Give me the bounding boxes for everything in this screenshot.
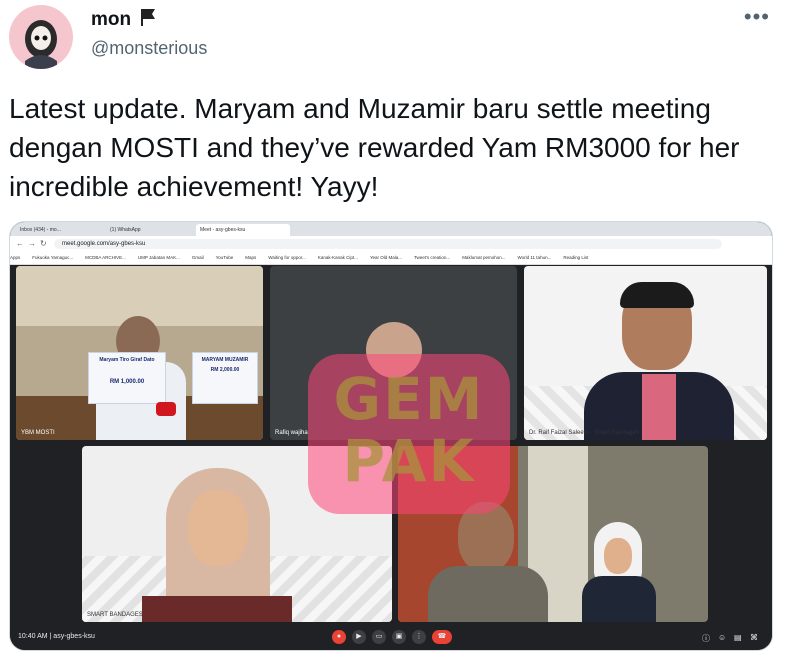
more-icon: ⋮	[412, 630, 426, 644]
bookmarks-bar: Apps Fukuoka Yamaguc... MCDBA ARCHIVE... UM…	[10, 252, 772, 265]
participant-name: YBM MOSTI	[21, 430, 55, 436]
info-icon: ⓘ	[702, 634, 710, 643]
author-display-name[interactable]: mon	[91, 8, 156, 32]
forward-icon: →	[28, 239, 36, 248]
prize-sign: Maryam Tiro Giraf Dato RM 1,000.00	[88, 352, 166, 404]
people-icon: ☺	[718, 633, 727, 642]
meeting-time: 10:40 AM | asy-gbes-ksu	[18, 633, 95, 640]
browser-tab-bar: Inbox (434) - mo... (1) WhatsApp Meet - …	[10, 222, 772, 236]
gempak-watermark: GEM PAK	[308, 354, 510, 514]
participant-name: Dr. Raif Faizal Saleem - Smart Bandages	[529, 430, 639, 436]
browser-tab: Inbox (434) - mo...	[20, 227, 61, 233]
mic-off-icon: ●	[332, 630, 346, 644]
activities-icon: ⌘	[750, 633, 758, 642]
participant-name: Rafiq wajiha	[275, 430, 308, 436]
avatar[interactable]	[9, 5, 73, 69]
reload-icon: ↻	[40, 239, 47, 248]
flag-icon	[140, 8, 156, 32]
browser-address-bar: ← → ↻ meet.google.com/asy-gbes-ksu	[10, 236, 772, 252]
participant-tile: Maryam Tiro Giraf Dato RM 1,000.00 MARYA…	[16, 266, 263, 440]
tweet-media-image[interactable]: Inbox (434) - mo... (1) WhatsApp Meet - …	[9, 221, 773, 651]
back-icon: ←	[16, 239, 24, 248]
url-field: meet.google.com/asy-gbes-ksu	[54, 239, 722, 249]
microphone-icon	[156, 402, 176, 416]
participant-tile: Dr. Raif Faizal Saleem - Smart Bandages	[524, 266, 767, 440]
more-options-icon[interactable]: •••	[744, 4, 770, 30]
prize-sign: MARYAM MUZAMIR RM 2,000.00	[192, 352, 258, 404]
end-call-icon: ☎	[432, 630, 452, 644]
author-handle[interactable]: @monsterious	[91, 38, 207, 59]
camera-icon: ▶	[352, 630, 366, 644]
present-icon: ▣	[392, 630, 406, 644]
participant-name: SMART BANDAGES	[87, 612, 143, 618]
browser-tab: (1) WhatsApp	[110, 227, 141, 233]
chat-icon: ▤	[734, 633, 742, 642]
captions-icon: ▭	[372, 630, 386, 644]
meet-control-bar: 10:40 AM | asy-gbes-ksu ● ▶ ▭ ▣ ⋮ ☎ ⓘ ☺ …	[10, 624, 772, 650]
tweet-text: Latest update. Maryam and Muzamir baru s…	[9, 93, 740, 202]
browser-tab-active: Meet - asy-gbes-ksu	[196, 224, 290, 236]
